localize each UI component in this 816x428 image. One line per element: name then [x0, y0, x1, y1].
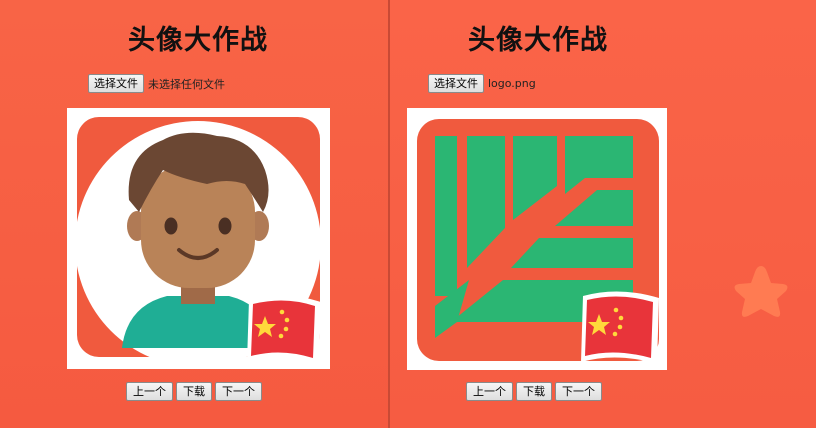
choose-file-button[interactable]: 选择文件 [428, 74, 484, 93]
page-title: 头像大作战 [468, 25, 608, 56]
prev-button[interactable]: 上一个 [466, 382, 513, 401]
file-status: 未选择任何文件 [148, 77, 225, 91]
china-flag-icon [247, 295, 321, 364]
avatar-canvas [67, 108, 330, 369]
nav-buttons: 上一个 下载 下一个 [466, 382, 605, 401]
download-button[interactable]: 下载 [176, 382, 212, 401]
next-button[interactable]: 下一个 [555, 382, 602, 401]
download-button[interactable]: 下载 [516, 382, 552, 401]
nav-buttons: 上一个 下载 下一个 [126, 382, 265, 401]
file-picker: 选择文件 logo.png [428, 74, 536, 93]
logo-preview [407, 108, 667, 370]
next-button[interactable]: 下一个 [215, 382, 262, 401]
file-status: logo.png [488, 77, 536, 90]
china-flag-icon [581, 291, 659, 364]
logo-canvas [407, 108, 667, 370]
avatar-preview [67, 108, 330, 369]
page-title: 头像大作战 [128, 25, 268, 56]
prev-button[interactable]: 上一个 [126, 382, 173, 401]
right-panel: 头像大作战 选择文件 logo.png 上一个 下载 下一个 [390, 0, 816, 428]
file-picker: 选择文件 未选择任何文件 [88, 74, 225, 93]
choose-file-button[interactable]: 选择文件 [88, 74, 144, 93]
left-panel: 头像大作战 选择文件 未选择任何文件 上一个 下载 下一个 [0, 0, 388, 428]
star-icon [734, 266, 788, 317]
